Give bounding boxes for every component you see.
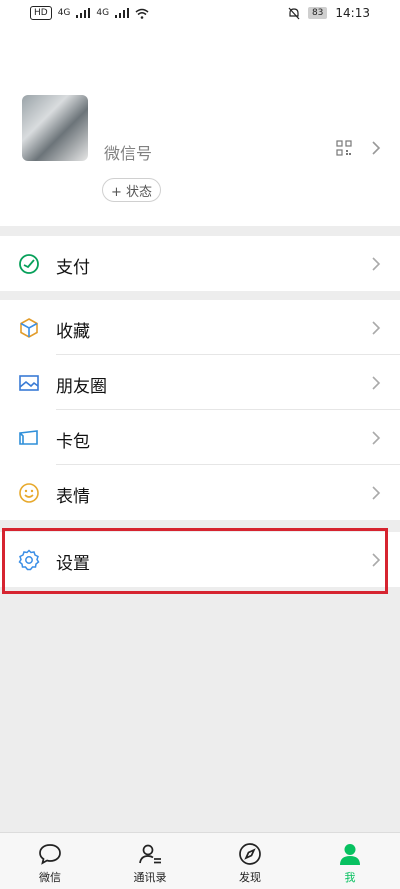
menu-label-moments: 朋友圈 [56, 377, 107, 397]
card-icon [19, 430, 38, 445]
status-left: HD 4G 4G [30, 6, 149, 20]
tools-section: 收藏 朋友圈 卡包 表情 [0, 300, 400, 520]
qr-code-icon[interactable] [336, 140, 352, 156]
nickname [105, 98, 165, 110]
mute-bell-icon [288, 7, 300, 19]
contacts-icon [139, 844, 161, 864]
signal-icon [76, 8, 91, 18]
tab-label-me: 我 [344, 871, 356, 884]
menu-label-pay: 支付 [56, 258, 90, 278]
menu-label-settings: 设置 [56, 554, 90, 574]
smile-icon [19, 483, 39, 503]
network-4g-1: 4G [57, 8, 71, 18]
chevron-right-icon [372, 257, 381, 271]
cube-icon [20, 318, 38, 338]
chat-bubble-icon [39, 844, 61, 865]
menu-item-pay[interactable]: 支付 [0, 236, 400, 291]
wallet-icon [19, 254, 39, 274]
tab-chats[interactable]: 微信 [0, 833, 100, 889]
status-bar: HD 4G 4G 83 14:13 [0, 0, 400, 28]
picture-icon [19, 375, 39, 391]
tab-label-contacts: 通讯录 [133, 871, 167, 884]
menu-item-favorites[interactable]: 收藏 [0, 300, 400, 355]
chevron-right-icon [372, 141, 381, 155]
tab-discover[interactable]: 发现 [200, 833, 300, 889]
menu-label-stickers: 表情 [56, 487, 90, 507]
status-button-label: + 状态 [111, 184, 153, 200]
tab-label-chats: 微信 [39, 871, 61, 884]
chevron-right-icon [372, 553, 381, 567]
chevron-right-icon [372, 431, 381, 445]
compass-icon [239, 843, 261, 865]
signal-icon-2 [115, 8, 130, 18]
tab-label-discover: 发现 [239, 871, 261, 884]
add-status-button[interactable]: + 状态 [102, 178, 162, 202]
bottom-tab-bar: 微信 通讯录 发现 我 [0, 832, 400, 889]
tab-contacts[interactable]: 通讯录 [100, 833, 200, 889]
clock: 14:13 [335, 6, 370, 20]
menu-item-cards[interactable]: 卡包 [0, 410, 400, 465]
status-right: 83 14:13 [288, 6, 370, 20]
profile-header[interactable]: 微信号 + 状态 [0, 28, 400, 226]
network-4g-2: 4G [96, 8, 110, 18]
menu-label-favorites: 收藏 [56, 322, 90, 342]
gear-icon [18, 549, 40, 571]
hd-indicator: HD [30, 6, 52, 20]
pay-section: 支付 [0, 236, 400, 291]
chevron-right-icon [372, 376, 381, 390]
wifi-icon [135, 8, 149, 19]
menu-item-stickers[interactable]: 表情 [0, 465, 400, 520]
chevron-right-icon [372, 321, 381, 335]
menu-item-moments[interactable]: 朋友圈 [0, 355, 400, 410]
battery-indicator: 83 [307, 7, 328, 19]
menu-item-settings[interactable]: 设置 [0, 532, 400, 587]
chevron-right-icon [372, 486, 381, 500]
wechat-id-label: 微信号 [104, 144, 153, 163]
person-icon [340, 844, 360, 865]
menu-label-cards: 卡包 [56, 432, 90, 452]
tab-me[interactable]: 我 [300, 833, 400, 889]
settings-section: 设置 [0, 532, 400, 587]
avatar[interactable] [22, 95, 88, 161]
